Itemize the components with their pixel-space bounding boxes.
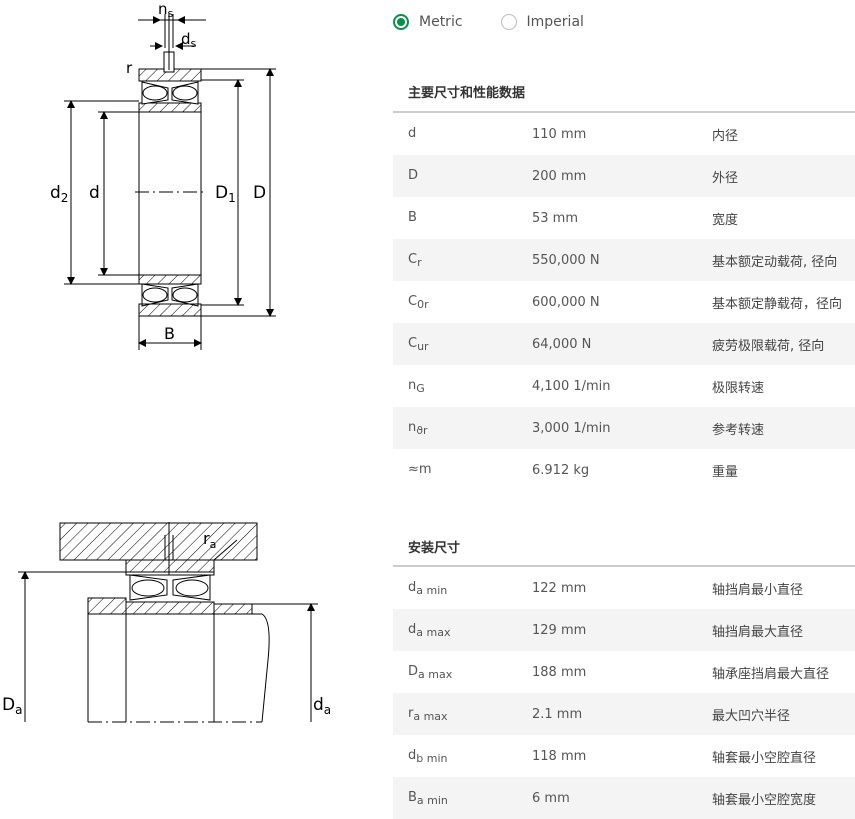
metric-option[interactable]: Metric: [393, 14, 463, 30]
table-row: Da max 188 mm 轴承座挡肩最大直径: [393, 651, 855, 693]
label-da: da: [313, 695, 331, 717]
table-row: nϑr 3,000 1/min 参考转速: [393, 407, 855, 449]
symbol-cell: ≈m: [408, 461, 432, 477]
label-D1: D1: [215, 183, 236, 205]
symbol-cell: da min: [408, 579, 448, 597]
symbol-cell: Da max: [408, 663, 453, 681]
label-ds: ds: [181, 30, 197, 50]
symbol-cell: nG: [408, 377, 425, 395]
description-cell: 轴挡肩最大直径: [712, 609, 855, 651]
symbol-cell: db min: [408, 747, 448, 765]
mounting-drawing: [59, 522, 270, 723]
table-row: ≈m 6.912 kg 重量: [393, 449, 855, 491]
value-cell: 3,000 1/min: [532, 407, 712, 449]
value-cell: 64,000 N: [532, 323, 712, 365]
imperial-option[interactable]: Imperial: [500, 14, 584, 30]
unit-toggle: Metric Imperial: [393, 14, 584, 30]
description-cell: 重量: [712, 464, 739, 480]
value-cell: 600,000 N: [532, 294, 600, 310]
symbol-cell: C0r: [408, 293, 429, 311]
table-row: D 200 mm 外径: [393, 155, 855, 197]
mounting-dimensions-title: 安装尺寸: [408, 541, 461, 556]
main-dimensions-title: 主要尺寸和性能数据: [408, 86, 526, 101]
symbol-cell: B: [408, 209, 417, 225]
value-cell: 6.912 kg: [532, 462, 590, 478]
symbol-cell: Cr: [393, 239, 532, 281]
label-B: B: [164, 324, 175, 343]
description-cell: 内径: [712, 128, 739, 144]
symbol-cell: D: [393, 155, 532, 197]
symbol-cell: d: [408, 125, 417, 141]
table-row: db min 118 mm 轴套最小空腔直径: [393, 735, 855, 777]
table-row: ra max 2.1 mm 最大凹穴半径: [393, 693, 855, 735]
description-cell: 基本额定动载荷, 径向: [712, 239, 855, 281]
label-r: r: [126, 59, 133, 77]
table-row: da max 129 mm 轴挡肩最大直径: [393, 609, 855, 651]
description-cell: 最大凹穴半径: [712, 693, 855, 735]
symbol-cell: ra max: [393, 693, 532, 735]
description-cell: 轴挡肩最小直径: [712, 582, 804, 598]
mounting-dimensions-table: da min 122 mm 轴挡肩最小直径 da max 129 mm 轴挡肩最大直径 Da…: [393, 567, 855, 819]
value-cell: 550,000 N: [532, 239, 712, 281]
table-row: d 110 mm 内径: [393, 113, 855, 155]
description-cell: 基本额定静载荷，径向: [712, 296, 843, 312]
value-cell: 4,100 1/min: [532, 378, 611, 394]
description-cell: 轴套最小空腔宽度: [712, 777, 855, 819]
imperial-radio[interactable]: [500, 14, 517, 30]
symbol-cell: nϑr: [393, 407, 532, 449]
value-cell: 118 mm: [532, 748, 587, 764]
label-d2: d2: [50, 183, 68, 205]
symbol-cell: Ba min: [393, 777, 532, 819]
description-cell: 疲劳极限载荷, 径向: [712, 323, 855, 365]
label-D: D: [253, 183, 266, 203]
metric-radio[interactable]: [393, 14, 409, 30]
value-cell: 129 mm: [532, 609, 712, 651]
main-dimensions-table: d 110 mm 内径 D 200 mm 外径 B 53 mm 宽度 Cr 550,000 N 基本额…: [393, 113, 855, 491]
table-row: Cur 64,000 N 疲劳极限载荷, 径向: [393, 323, 855, 365]
table-row: da min 122 mm 轴挡肩最小直径: [393, 567, 855, 609]
table-row: nG 4,100 1/min 极限转速: [393, 365, 855, 407]
metric-label: Metric: [419, 14, 463, 30]
description-cell: 轴承座挡肩最大直径: [712, 666, 830, 682]
description-cell: 轴套最小空腔直径: [712, 750, 817, 766]
value-cell: 188 mm: [532, 664, 587, 680]
bearing-drawings: ns ds r d2 d D1 D B ra Da da: [2, 0, 331, 723]
value-cell: 200 mm: [532, 155, 712, 197]
value-cell: 2.1 mm: [532, 693, 712, 735]
imperial-label: Imperial: [526, 14, 584, 30]
label-ns: ns: [158, 0, 174, 20]
value-cell: 53 mm: [532, 210, 579, 226]
table-row: Cr 550,000 N 基本额定动载荷, 径向: [393, 239, 855, 281]
label-d: d: [89, 183, 100, 203]
description-cell: 极限转速: [712, 380, 765, 396]
value-cell: 6 mm: [532, 777, 712, 819]
table-row: B 53 mm 宽度: [393, 197, 855, 239]
description-cell: 外径: [712, 155, 855, 197]
value-cell: 122 mm: [532, 580, 587, 596]
symbol-cell: da max: [393, 609, 532, 651]
label-Da: Da: [2, 695, 22, 717]
symbol-cell: Cur: [393, 323, 532, 365]
bearing-section-drawing: [135, 14, 205, 317]
table-row: C0r 600,000 N 基本额定静载荷，径向: [393, 281, 855, 323]
table-row: Ba min 6 mm 轴套最小空腔宽度: [393, 777, 855, 819]
description-cell: 参考转速: [712, 407, 855, 449]
description-cell: 宽度: [712, 212, 739, 228]
value-cell: 110 mm: [532, 126, 587, 142]
